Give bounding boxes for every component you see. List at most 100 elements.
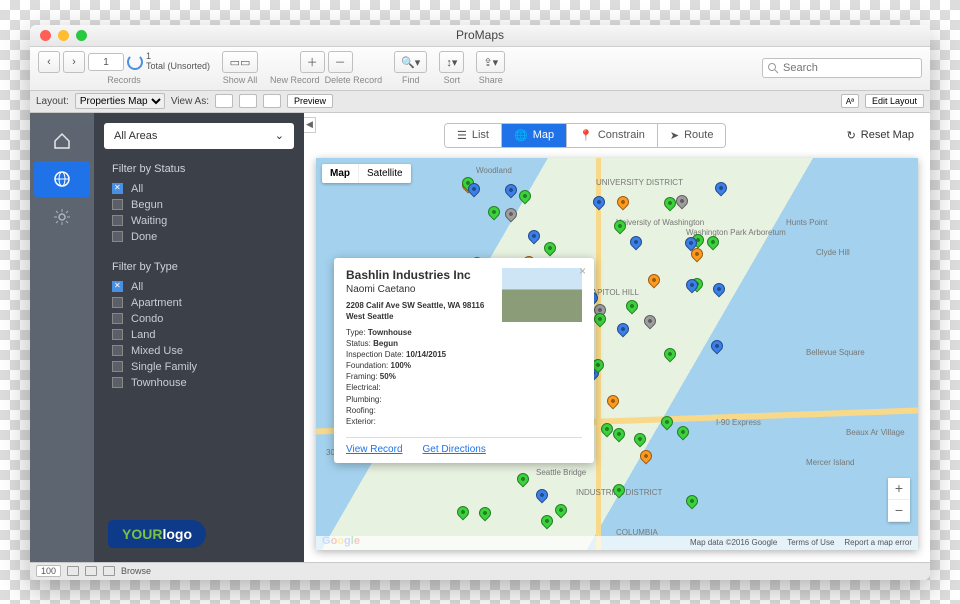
info-found-value: 100% [391,361,411,370]
checkbox-icon [112,199,123,210]
share-button[interactable]: ⇪▾ [476,51,505,73]
map-pin[interactable] [713,179,730,196]
view-list-button[interactable]: ☰List [445,124,502,147]
record-counter[interactable]: 1 [88,53,124,71]
brand-logo: YOURlogo [94,506,304,562]
view-as-form-button[interactable] [215,94,233,108]
map-pin[interactable] [515,471,532,488]
map-pin[interactable] [641,312,658,329]
area-select[interactable]: All Areas ⌄ [104,123,294,149]
filter-type-all[interactable]: All [112,279,286,295]
filter-type-mixed-use[interactable]: Mixed Use [112,343,286,359]
find-button[interactable]: 🔍▾ [394,51,427,73]
text-formatting-button[interactable]: Aª [841,94,859,108]
filter-label: Single Family [131,361,197,373]
status-icon-1[interactable] [67,566,79,576]
filter-label: Begun [131,199,163,211]
checkbox-icon [112,297,123,308]
zoom-out-button[interactable]: − [888,500,910,522]
show-all-label: Show All [223,75,258,85]
map-pin[interactable] [455,504,472,521]
layout-label: Layout: [36,96,69,107]
map-pin[interactable] [516,188,533,205]
reset-map-button[interactable]: ↻ Reset Map [847,129,914,142]
delete-record-button[interactable]: － [328,51,353,73]
map-pin[interactable] [534,486,551,503]
search-input[interactable] [762,58,922,78]
refresh-icon: ↻ [847,129,856,142]
new-record-button[interactable]: ＋ [300,51,325,73]
map-pin[interactable] [710,281,727,298]
sidebar-home[interactable] [30,123,94,159]
get-directions-link[interactable]: Get Directions [423,444,486,455]
filter-label: Waiting [131,215,167,227]
map-pin[interactable] [615,194,632,211]
map-pin[interactable] [553,502,570,519]
map-label: Beaux Ar Village [846,428,905,437]
map-pin[interactable] [674,192,691,209]
map-pin[interactable] [683,493,700,510]
info-plum-label: Plumbing: [346,394,582,405]
filter-status-done[interactable]: Done [112,229,286,245]
status-icon-3[interactable] [103,566,115,576]
info-close-button[interactable]: × [579,264,586,278]
info-ext-label: Exterior: [346,416,582,427]
zoom-in-button[interactable]: + [888,478,910,500]
preview-button[interactable]: Preview [287,94,333,108]
info-fram-value: 50% [380,372,396,381]
map-pin[interactable] [675,423,692,440]
total-records-label: 1 Total (Unsorted) [146,52,210,72]
status-icon-2[interactable] [85,566,97,576]
map-type-satellite[interactable]: Satellite [359,164,411,183]
map-pin[interactable] [624,298,641,315]
map-pin[interactable] [661,345,678,362]
view-map-button[interactable]: 🌐Map [502,124,567,147]
map-pin[interactable] [502,182,519,199]
map-attrib-report[interactable]: Report a map error [844,538,912,547]
map-pin[interactable] [539,513,556,530]
filter-type-condo[interactable]: Condo [112,311,286,327]
filter-type-townhouse[interactable]: Townhouse [112,375,286,391]
show-all-button[interactable]: ▭▭ [222,51,258,73]
info-insp-value: 10/14/2015 [406,350,446,359]
map-pin[interactable] [502,205,519,222]
map-attrib-terms[interactable]: Terms of Use [787,538,834,547]
map-pin[interactable] [591,193,608,210]
filter-type-apartment[interactable]: Apartment [112,295,286,311]
map-pin[interactable] [604,393,621,410]
sidebar-map[interactable] [34,161,90,197]
reset-map-label: Reset Map [861,129,914,141]
zoom-value[interactable]: 100 [36,565,61,577]
map-pin[interactable] [631,431,648,448]
next-record-button[interactable]: › [63,51,85,73]
view-as-list-button[interactable] [239,94,257,108]
map-pin[interactable] [486,204,503,221]
edit-layout-button[interactable]: Edit Layout [865,94,924,108]
map-type-map[interactable]: Map [322,164,359,183]
filter-status-all[interactable]: All [112,181,286,197]
checkbox-icon [112,377,123,388]
sort-button[interactable]: ↕▾ [439,51,464,73]
layout-select[interactable]: Properties Map [75,93,165,109]
filter-type-land[interactable]: Land [112,327,286,343]
map-pin[interactable] [646,271,663,288]
filter-type-single-family[interactable]: Single Family [112,359,286,375]
map-pin[interactable] [526,227,543,244]
filter-status-waiting[interactable]: Waiting [112,213,286,229]
map-pin[interactable] [542,240,559,257]
collapse-sidebar-button[interactable]: ◀ [304,117,316,133]
map-pin[interactable] [638,448,655,465]
map-pin[interactable] [476,504,493,521]
view-record-link[interactable]: View Record [346,444,403,455]
map-pin[interactable] [615,320,632,337]
view-as-label: View As: [171,96,209,107]
view-route-button[interactable]: ➤Route [658,124,726,147]
view-constrain-button[interactable]: 📍Constrain [567,124,658,147]
loading-spinner-icon [127,54,143,70]
filter-status-begun[interactable]: Begun [112,197,286,213]
prev-record-button[interactable]: ‹ [38,51,60,73]
map-pin[interactable] [628,233,645,250]
sidebar-settings[interactable] [30,199,94,235]
view-as-table-button[interactable] [263,94,281,108]
map-pin[interactable] [708,337,725,354]
